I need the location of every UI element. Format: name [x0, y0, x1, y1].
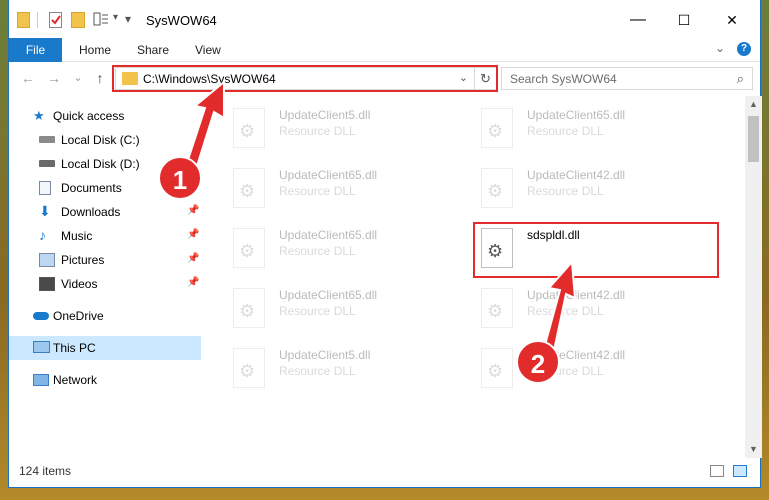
annotation-arrows [180, 79, 577, 362]
step-badge-2: 2 [516, 340, 560, 384]
step-badge-1: 1 [158, 156, 202, 200]
